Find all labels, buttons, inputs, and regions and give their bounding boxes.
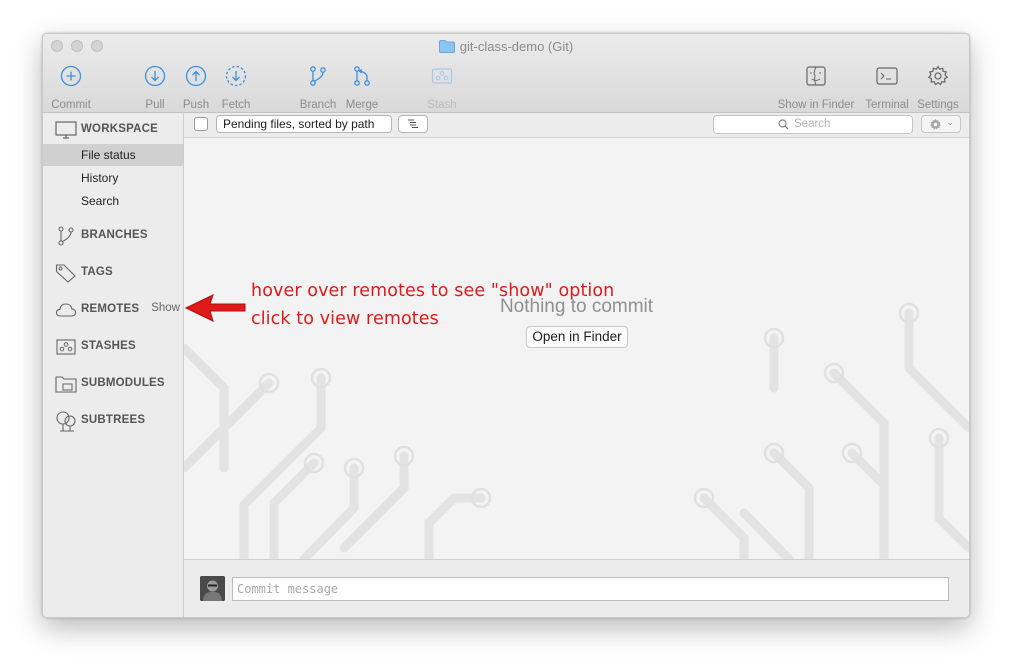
sidebar-branches-label: BRANCHES	[81, 229, 148, 241]
commit-button[interactable]: Commit	[43, 64, 103, 111]
sidebar-stashes-label: STASHES	[81, 340, 136, 352]
commit-bar	[184, 559, 969, 617]
sidebar-section-remotes[interactable]: REMOTES Show	[43, 298, 183, 322]
annotation-arrow-icon	[184, 294, 246, 322]
stash-icon	[431, 68, 453, 84]
app-window: git-class-demo (Git) Commit Pull Push Fe…	[42, 33, 970, 618]
sidebar-section-subtrees[interactable]: SUBTREES	[43, 409, 183, 433]
sidebar-section-submodules[interactable]: SUBMODULES	[43, 372, 183, 396]
search-icon	[778, 119, 789, 130]
fetch-button[interactable]: Fetch	[204, 64, 268, 111]
sidebar-tags-label: TAGS	[81, 266, 113, 278]
sidebar-section-stashes[interactable]: STASHES	[43, 335, 183, 359]
commit-message-input[interactable]	[232, 577, 949, 601]
chevron-down-icon: ⌄	[946, 117, 954, 127]
sidebar-section-tags[interactable]: TAGS	[43, 261, 183, 285]
cloud-icon	[55, 303, 77, 317]
stash-button[interactable]: Stash	[410, 64, 474, 111]
sidebar-remotes-label: REMOTES	[81, 303, 140, 315]
sidebar-item-search[interactable]: Search	[43, 190, 183, 212]
gear-icon	[930, 118, 941, 130]
settings-button[interactable]: Settings	[906, 64, 969, 111]
view-mode-button[interactable]	[398, 115, 428, 133]
search-field[interactable]: Search	[713, 115, 913, 134]
remotes-show-link[interactable]: Show	[151, 302, 180, 314]
window-title: git-class-demo (Git)	[43, 39, 969, 54]
submodule-folder-icon	[55, 376, 77, 393]
sidebar-section-workspace[interactable]: WORKSPACE	[43, 118, 183, 142]
sidebar-subtrees-label: SUBTREES	[81, 414, 146, 426]
sort-dropdown[interactable]: Pending files, sorted by path ⌄	[216, 115, 392, 133]
show-in-finder-button[interactable]: Show in Finder	[776, 64, 856, 111]
stash-label: Stash	[427, 99, 457, 111]
search-placeholder: Search	[794, 118, 831, 130]
chevron-down-icon: ⌄	[223, 117, 231, 127]
tree-icon	[56, 411, 76, 432]
merge-label: Merge	[345, 99, 379, 111]
branch-icon	[310, 66, 326, 86]
plus-circle-icon	[60, 65, 82, 87]
stash-icon	[56, 339, 76, 355]
options-gear-button[interactable]: ⌄	[921, 115, 961, 133]
titlebar-toolbar: git-class-demo (Git) Commit Pull Push Fe…	[43, 34, 969, 113]
commit-label: Commit	[51, 99, 91, 111]
arrow-down-circle-icon	[144, 65, 166, 87]
annotation-line-1: hover over remotes to see "show" option	[251, 281, 615, 301]
gear-icon	[927, 65, 949, 86]
sidebar-item-label: History	[81, 171, 119, 185]
fetch-label: Fetch	[221, 99, 251, 111]
branch-icon	[58, 226, 74, 246]
folder-icon	[438, 40, 455, 53]
sidebar-submodules-label: SUBMODULES	[81, 377, 165, 389]
show-in-finder-label: Show in Finder	[777, 99, 855, 111]
settings-label: Settings	[917, 99, 959, 111]
merge-icon	[354, 66, 370, 86]
open-in-finder-button[interactable]: Open in Finder	[526, 326, 628, 348]
monitor-icon	[55, 120, 77, 139]
sidebar-item-file-status[interactable]: File status	[43, 144, 183, 166]
sidebar-section-branches[interactable]: BRANCHES	[43, 224, 183, 248]
sidebar-workspace-label: WORKSPACE	[81, 123, 158, 135]
merge-button[interactable]: Merge	[330, 64, 394, 111]
dashed-arrow-down-circle-icon	[225, 65, 247, 87]
avatar	[200, 576, 225, 601]
select-all-checkbox[interactable]	[194, 117, 208, 131]
list-view-icon	[408, 119, 418, 128]
finder-icon	[806, 66, 826, 86]
annotation-line-2: click to view remotes	[251, 309, 439, 329]
sidebar-item-label: Search	[81, 194, 120, 208]
filter-bar: Pending files, sorted by path ⌄ Search ⌄	[184, 113, 969, 138]
sidebar: WORKSPACE File status History Search BRA…	[43, 113, 184, 617]
circuit-background-decoration	[184, 302, 969, 559]
sidebar-item-history[interactable]: History	[43, 167, 183, 189]
window-title-text: git-class-demo (Git)	[459, 39, 574, 54]
main-content: Pending files, sorted by path ⌄ Search ⌄	[184, 113, 969, 617]
sidebar-item-label: File status	[81, 148, 136, 162]
terminal-icon	[876, 67, 898, 85]
tag-icon	[55, 264, 76, 283]
